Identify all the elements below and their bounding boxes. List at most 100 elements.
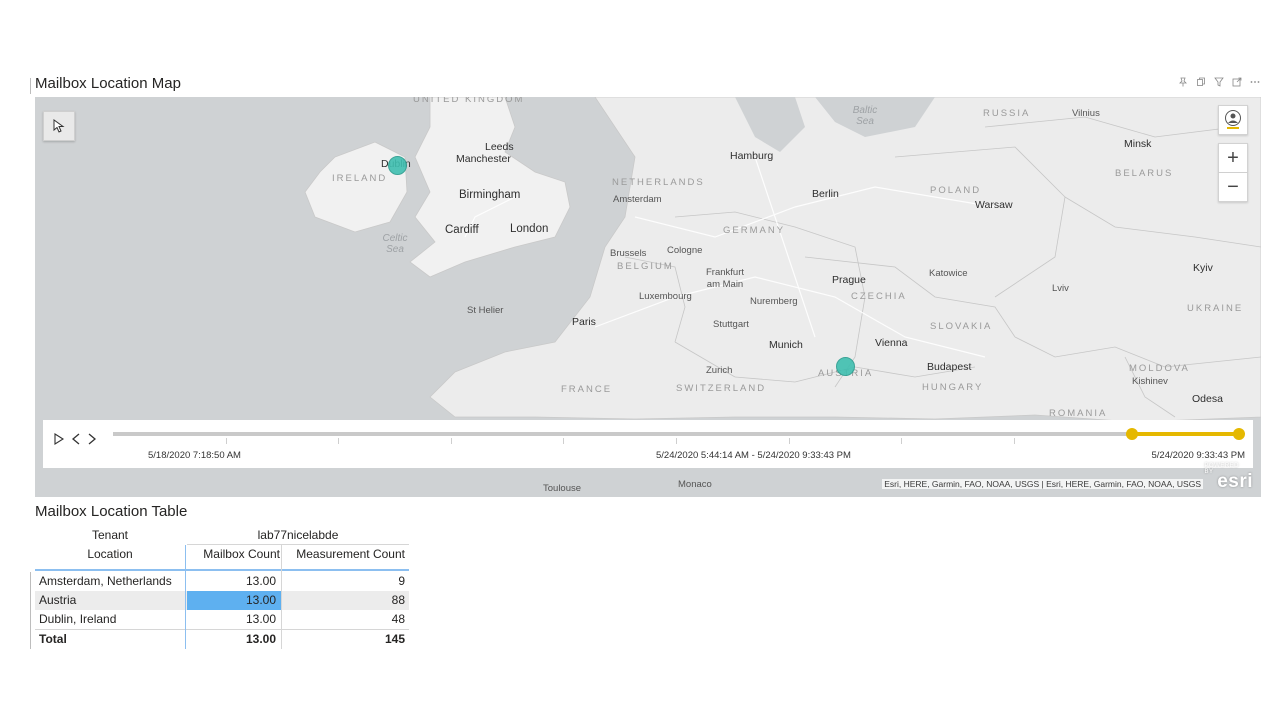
zoom-out-button[interactable]: − [1218,173,1248,202]
label-odesa: Odesa [1192,393,1223,405]
total-measurement-count: 145 [384,632,405,646]
play-icon[interactable] [53,432,65,446]
table-row-measurement-count[interactable]: 9 [283,572,405,591]
label-romania: ROMANIA [1049,408,1108,419]
label-united-kingdom: UNITED KINGDOM [413,97,525,105]
tenant-divider [187,544,409,545]
more-options-icon[interactable] [1250,77,1260,87]
table-row-measurement-count[interactable]: 48 [283,610,405,629]
table-row-location[interactable]: Amsterdam, Netherlands [39,572,172,591]
label-luxembourg: Luxembourg [639,291,692,302]
column-divider [281,545,282,649]
label-nuremberg: Nuremberg [750,296,798,307]
time-range-start-handle[interactable] [1126,428,1139,440]
label-st-helier: St Helier [467,305,504,316]
label-baltic-sea: Baltic Sea [852,105,878,127]
table-row-mailbox-count[interactable]: 13.00 [187,591,276,610]
label-berlin: Berlin [812,188,839,200]
time-tick [788,438,790,444]
pin-icon[interactable] [1178,77,1188,87]
total-mailbox-count: 13.00 [245,632,276,646]
label-leeds: Leeds [485,141,514,153]
label-belarus: BELARUS [1115,168,1174,179]
label-moldova: MOLDOVA [1129,363,1190,374]
time-end-label: 5/24/2020 9:33:43 PM [1151,450,1246,461]
filter-icon[interactable] [1214,77,1224,87]
label-budapest: Budapest [927,361,972,373]
label-hungary: HUNGARY [922,382,984,393]
column-header-mailbox-count[interactable]: Mailbox Count [187,545,280,564]
table-row-mailbox-count[interactable]: 13.00 [187,572,276,591]
copy-icon[interactable] [1196,77,1206,87]
time-slider-track[interactable] [113,428,1245,444]
label-celtic-sea: Celtic Sea [382,233,408,255]
map-visual-title: Mailbox Location Map [35,75,181,92]
label-cardiff: Cardiff [445,224,479,236]
table-visual-title: Mailbox Location Table [35,503,188,520]
lasso-select-button[interactable] [43,111,75,141]
time-tick [450,438,452,444]
map-attribution: Esri, HERE, Garmin, FAO, NOAA, USGS | Es… [882,479,1203,489]
total-label: Total [39,632,67,646]
label-vilnius: Vilnius [1072,108,1100,119]
label-warsaw: Warsaw [975,199,1013,211]
label-prague: Prague [832,274,866,286]
label-lviv: Lviv [1052,283,1069,294]
tenant-value[interactable]: lab77nicelabde [187,526,409,545]
visual-border [30,78,31,94]
label-monaco: Monaco [678,479,712,490]
zoom-controls: + − [1218,143,1248,202]
label-switzerland: SWITZERLAND [676,383,767,394]
label-birmingham: Birmingham [459,189,521,201]
time-slider: 5/18/2020 7:18:50 AM 5/24/2020 5:44:14 A… [43,420,1253,468]
table-row-measurement-count[interactable]: 88 [283,591,405,610]
table-row-mailbox-count[interactable]: 13.00 [187,610,276,629]
label-stuttgart: Stuttgart [713,319,749,330]
table-row-location[interactable]: Dublin, Ireland [39,610,116,629]
focus-mode-icon[interactable] [1232,77,1242,87]
basemap-button[interactable] [1218,105,1248,135]
tenant-header: Tenant [91,528,129,542]
location-marker-austria[interactable] [836,357,855,376]
header-divider [35,569,409,571]
label-katowice: Katowice [929,268,968,279]
label-slovakia: SLOVAKIA [930,321,993,332]
label-munich: Munich [769,339,803,351]
chevron-right-icon[interactable] [87,432,97,446]
label-frankfurt: Frankfurt am Main [705,267,744,290]
label-belgium: BELGIUM [617,261,674,272]
user-layer-icon [1225,110,1241,129]
pointer-arrow-icon [53,119,65,133]
label-poland: POLAND [930,185,982,196]
label-toulouse: Toulouse [543,483,582,494]
location-marker-dublin[interactable] [388,156,407,175]
label-london: London [510,223,549,235]
label-france: FRANCE [561,384,613,395]
label-minsk: Minsk [1124,138,1152,150]
map-canvas[interactable]: UNITED KINGDOM IRELAND Dublin Leeds Manc… [35,97,1261,497]
time-slider-controls [53,432,97,446]
label-ukraine: UKRAINE [1187,303,1244,314]
time-tick [1013,438,1015,444]
time-tick [225,438,227,444]
label-hamburg: Hamburg [730,150,774,162]
label-amsterdam: Amsterdam [613,194,662,205]
time-range-label: 5/24/2020 5:44:14 AM - 5/24/2020 9:33:43… [656,450,851,461]
column-header-location[interactable]: Location [35,545,185,564]
label-zurich: Zurich [706,365,733,376]
label-kishinev: Kishinev [1132,376,1168,387]
chevron-left-icon[interactable] [71,432,81,446]
column-header-measurement-count[interactable]: Measurement Count [283,545,405,564]
table-left-border [30,572,31,649]
time-range-selection [1132,432,1239,436]
label-netherlands: NETHERLANDS [612,177,705,188]
time-tick [563,438,565,444]
time-tick [901,438,903,444]
time-start-label: 5/18/2020 7:18:50 AM [148,450,241,461]
time-range-end-handle[interactable] [1233,428,1245,440]
label-ireland: IRELAND [332,173,388,184]
label-paris: Paris [572,316,596,328]
table-row-location[interactable]: Austria [39,591,76,610]
zoom-in-button[interactable]: + [1218,143,1248,173]
esri-logo: POWERED BY esri [1204,463,1253,492]
